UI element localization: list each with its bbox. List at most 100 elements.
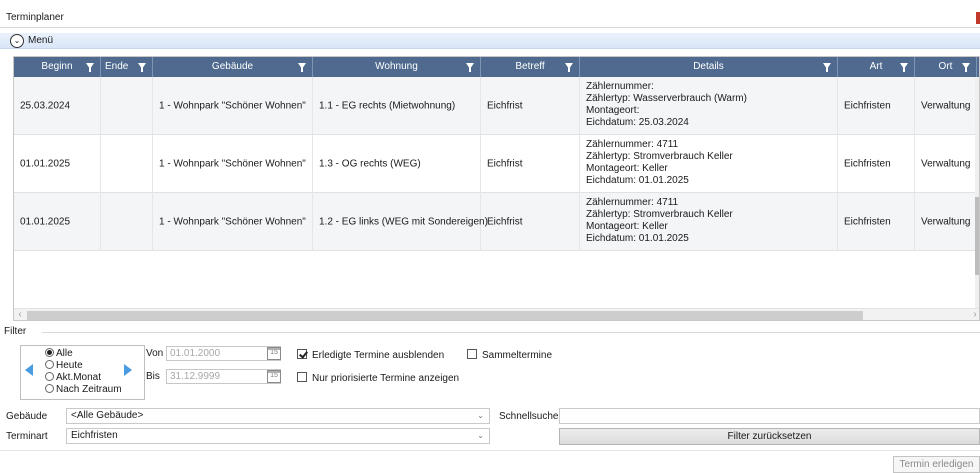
terminart-select[interactable]: Eichfristen ⌄ <box>66 428 490 444</box>
checkbox-label: Sammeltermine <box>482 350 553 361</box>
scrollbar-thumb[interactable] <box>27 311 863 320</box>
scrollbar-thumb[interactable] <box>975 197 979 275</box>
cell-text: 1.2 - EG links (WEG mit Sondereigen) <box>319 216 488 228</box>
cell-text: Eichfrist <box>487 100 523 112</box>
scroll-right-icon[interactable]: › <box>969 309 979 320</box>
cell-beginn: 25.03.2024 <box>14 77 101 135</box>
calendar-icon[interactable]: 15 <box>267 370 281 383</box>
calendar-icon[interactable]: 15 <box>267 347 281 360</box>
radio-dot[interactable] <box>45 384 54 393</box>
filter-icon[interactable] <box>962 63 970 72</box>
close-icon[interactable] <box>976 12 980 24</box>
filter-icon[interactable] <box>823 63 831 72</box>
table-row[interactable]: 01.01.2025 1 - Wohnpark "Schöner Wohnen"… <box>14 193 979 251</box>
previous-period-icon[interactable] <box>25 364 33 376</box>
details-line: Zählertyp: Stromverbrauch Keller <box>586 209 733 220</box>
cell-text: 1 - Wohnpark "Schöner Wohnen" <box>159 100 306 112</box>
radio-label: Alle <box>56 348 73 359</box>
cell-wohnung: 1.3 - OG rechts (WEG) <box>313 135 481 193</box>
checkbox-box[interactable] <box>297 349 307 359</box>
column-header-details[interactable]: Details <box>580 57 838 77</box>
radio-heute[interactable]: Heute <box>45 360 83 371</box>
cell-art: Eichfristen <box>838 193 915 251</box>
cell-betreff: Eichfrist <box>481 77 580 135</box>
column-header-beginn[interactable]: Beginn <box>14 57 101 77</box>
radio-alle[interactable]: Alle <box>45 348 73 359</box>
column-header-gebaeude[interactable]: Gebäude <box>153 57 313 77</box>
gebaeude-select[interactable]: <Alle Gebäude> ⌄ <box>66 408 490 424</box>
sammeltermine-checkbox[interactable]: Sammeltermine <box>467 349 552 361</box>
chevron-down-icon[interactable]: ⌄ <box>477 409 484 423</box>
details-line: Montageort: <box>586 105 640 116</box>
column-label: Wohnung <box>375 61 418 72</box>
cell-betreff: Eichfrist <box>481 135 580 193</box>
von-date-field[interactable]: 01.01.2000 <box>166 346 281 361</box>
cell-gebaeude: 1 - Wohnpark "Schöner Wohnen" <box>153 77 313 135</box>
radio-dot[interactable] <box>45 372 54 381</box>
scroll-left-icon[interactable]: ‹ <box>14 309 26 320</box>
details-text: Zählernummer: 4711 Zählertyp: Stromverbr… <box>586 139 733 187</box>
cell-ort: Verwaltung <box>915 193 977 251</box>
radio-nach-zeitraum[interactable]: Nach Zeitraum <box>45 384 122 395</box>
next-period-icon[interactable] <box>124 364 132 376</box>
bis-date-field[interactable]: 31.12.9999 <box>166 369 281 384</box>
title-bar: Terminplaner <box>0 6 980 28</box>
chevron-down-icon[interactable]: ⌄ <box>477 429 484 443</box>
erledigte-checkbox[interactable]: Erledigte Termine ausblenden <box>297 349 444 361</box>
bottom-bar <box>0 450 980 473</box>
details-line: Eichdatum: 25.03.2024 <box>586 117 689 128</box>
cell-details: Zählernummer: 4711 Zählertyp: Stromverbr… <box>580 193 838 251</box>
appointments-grid: Beginn Ende Gebäude Wohnung Betreff Deta… <box>13 56 980 321</box>
column-header-wohnung[interactable]: Wohnung <box>313 57 481 77</box>
cell-text: 1.3 - OG rechts (WEG) <box>319 158 421 170</box>
cell-betreff: Eichfrist <box>481 193 580 251</box>
cell-beginn: 01.01.2025 <box>14 135 101 193</box>
details-line: Montageort: Keller <box>586 221 668 232</box>
table-row[interactable]: 01.01.2025 1 - Wohnpark "Schöner Wohnen"… <box>14 135 979 193</box>
priorisiert-checkbox[interactable]: Nur priorisierte Termine anzeigen <box>297 372 459 384</box>
radio-label: Nach Zeitraum <box>56 384 122 395</box>
chevron-down-icon[interactable]: ⌄ <box>10 34 24 48</box>
checkbox-box[interactable] <box>297 372 307 382</box>
cell-text: 1 - Wohnpark "Schöner Wohnen" <box>159 216 306 228</box>
select-value: <Alle Gebäude> <box>71 410 144 421</box>
period-selector: Alle Heute Akt.Monat Nach Zeitraum <box>20 345 145 400</box>
radio-akt-monat[interactable]: Akt.Monat <box>45 372 101 383</box>
filter-icon[interactable] <box>138 63 146 72</box>
filter-icon[interactable] <box>298 63 306 72</box>
bis-label: Bis <box>146 371 160 382</box>
checkbox-label: Nur priorisierte Termine anzeigen <box>312 373 460 384</box>
filter-icon[interactable] <box>466 63 474 72</box>
details-line: Zählertyp: Stromverbrauch Keller <box>586 151 733 162</box>
mark-done-button[interactable]: Termin erledigen <box>893 456 980 473</box>
filter-icon[interactable] <box>86 63 94 72</box>
vertical-scrollbar[interactable] <box>975 77 979 308</box>
cell-text: Verwaltung <box>921 100 971 112</box>
filter-icon[interactable] <box>565 63 573 72</box>
table-row[interactable]: 25.03.2024 1 - Wohnpark "Schöner Wohnen"… <box>14 77 979 135</box>
column-label: Gebäude <box>211 61 254 72</box>
filter-legend: Filter <box>4 326 27 337</box>
details-text: Zählernummer: 4711 Zählertyp: Stromverbr… <box>586 197 733 245</box>
radio-dot[interactable] <box>45 360 54 369</box>
column-header-art[interactable]: Art <box>838 57 915 77</box>
column-header-betreff[interactable]: Betreff <box>481 57 580 77</box>
quick-search-input[interactable] <box>559 408 980 424</box>
radio-dot[interactable] <box>45 348 54 357</box>
checkbox-box[interactable] <box>467 349 477 359</box>
horizontal-scrollbar[interactable]: ‹ › <box>14 308 979 320</box>
reset-filter-button[interactable]: Filter zurücksetzen <box>559 428 980 445</box>
checkbox-label: Erledigte Termine ausblenden <box>312 350 445 361</box>
filter-icon[interactable] <box>900 63 908 72</box>
grid-header: Beginn Ende Gebäude Wohnung Betreff Deta… <box>14 57 979 77</box>
column-label: Details <box>693 61 724 72</box>
cell-details: Zählernummer: 4711 Zählertyp: Stromverbr… <box>580 135 838 193</box>
cell-beginn: 01.01.2025 <box>14 193 101 251</box>
column-header-ort[interactable]: Ort <box>915 57 977 77</box>
menu-bar[interactable]: ⌄ Menü <box>0 33 980 49</box>
column-label: Betreff <box>515 61 545 72</box>
menu-label[interactable]: Menü <box>28 35 53 46</box>
cell-text: Verwaltung <box>921 158 971 170</box>
terminart-label: Terminart <box>6 431 48 442</box>
column-header-ende[interactable]: Ende <box>101 57 153 77</box>
